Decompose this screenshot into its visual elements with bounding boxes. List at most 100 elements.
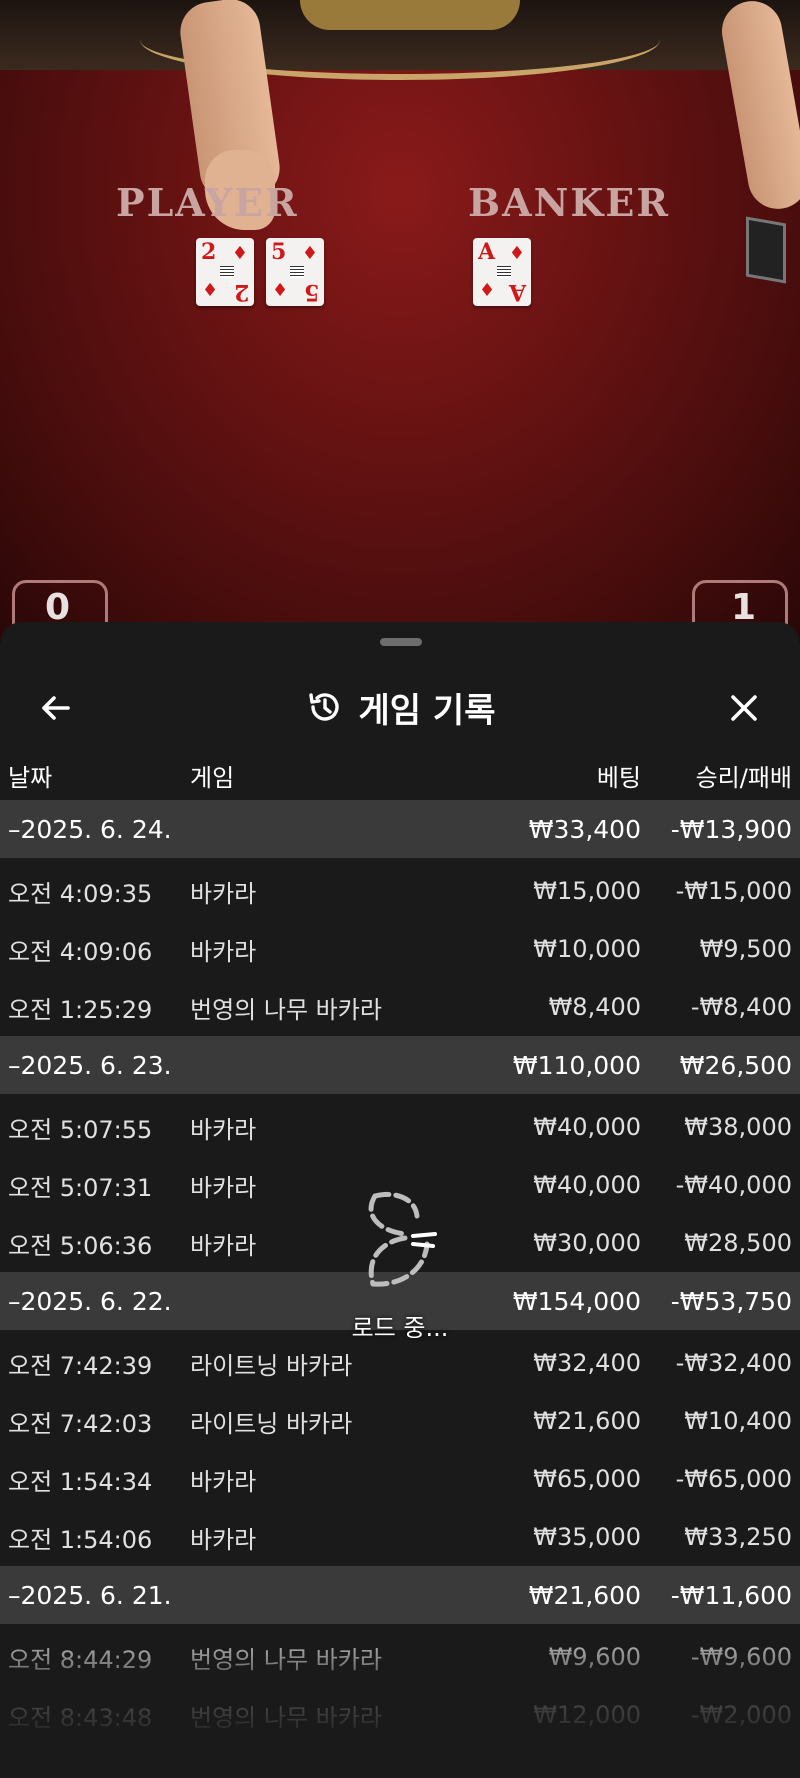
history-row[interactable]: 오전 4:09:35 바카라 ₩15,000 -₩15,000 [0, 862, 800, 920]
player-card-1: 2 ♦ 2 ♦ [196, 238, 254, 306]
card-barcode [220, 266, 234, 278]
row-bet: ₩30,000 [533, 1229, 641, 1257]
banker-zone-label: BANKER [468, 180, 670, 225]
row-game: 바카라 [190, 879, 257, 908]
drag-handle[interactable] [380, 638, 422, 646]
history-row[interactable]: 오전 8:43:48 번영의 나무 바카라 ₩12,000 -₩2,000 [0, 1686, 800, 1744]
day-win-total: ₩26,500 [679, 1050, 792, 1080]
row-time: 오전 5:06:36 [8, 1231, 153, 1260]
banker-card-1: A ♦ A ♦ [473, 238, 531, 306]
diamond-suit-icon: ♦ [479, 280, 496, 301]
row-game: 바카라 [190, 1173, 257, 1202]
card-barcode [290, 266, 304, 278]
history-row[interactable]: 오전 1:25:29 번영의 나무 바카라 ₩8,400 -₩8,400 [0, 978, 800, 1036]
day-date: –2025. 6. 24. [8, 814, 172, 844]
history-row[interactable]: 오전 1:54:06 바카라 ₩35,000 ₩33,250 [0, 1508, 800, 1566]
row-bet: ₩10,000 [533, 935, 641, 963]
card-rank: 2 [233, 279, 249, 305]
row-time: 오전 8:43:48 [8, 1703, 153, 1732]
diamond-suit-icon: ♦ [272, 280, 289, 301]
row-win-loss: -₩9,600 [690, 1643, 792, 1671]
close-icon [731, 695, 757, 721]
card-shoe [746, 216, 786, 284]
day-bet-total: ₩21,600 [528, 1580, 641, 1610]
row-game: 바카라 [190, 937, 257, 966]
day-header[interactable]: –2025. 6. 23. ₩110,000 ₩26,500 [0, 1036, 800, 1094]
row-win-loss: -₩40,000 [675, 1171, 792, 1199]
day-win-total: -₩53,750 [670, 1286, 792, 1316]
card-rank: 2 [201, 239, 217, 265]
row-win-loss: -₩2,000 [690, 1701, 792, 1729]
row-bet: ₩12,000 [533, 1701, 641, 1729]
day-date: –2025. 6. 22. [8, 1286, 172, 1316]
row-bet: ₩9,600 [548, 1643, 641, 1671]
diamond-suit-icon: ♦ [508, 243, 525, 264]
row-win-loss: -₩8,400 [690, 993, 792, 1021]
close-button[interactable] [716, 680, 772, 736]
sheet-title-group: 게임 기록 [0, 662, 800, 752]
day-bet-total: ₩110,000 [512, 1050, 641, 1080]
row-game: 라이트닝 바카라 [190, 1409, 353, 1438]
row-game: 바카라 [190, 1231, 257, 1260]
loading-text: 로드 중... [351, 1314, 449, 1342]
row-game: 바카라 [190, 1115, 257, 1144]
row-win-loss: ₩28,500 [684, 1229, 792, 1257]
player-card-2: 5 ♦ 5 ♦ [266, 238, 324, 306]
row-game: 번영의 나무 바카라 [190, 995, 382, 1024]
history-row[interactable]: 오전 1:54:34 바카라 ₩65,000 -₩65,000 [0, 1450, 800, 1508]
arrow-left-icon [42, 696, 70, 720]
row-win-loss: ₩33,250 [684, 1523, 792, 1551]
loading-indicator: 로드 중... [340, 1186, 460, 1346]
day-win-total: -₩13,900 [670, 814, 792, 844]
row-bet: ₩32,400 [533, 1349, 641, 1377]
card-rank: 5 [271, 239, 287, 265]
row-game: 바카라 [190, 1525, 257, 1554]
history-row[interactable]: 오전 7:42:03 라이트닝 바카라 ₩21,600 ₩10,400 [0, 1392, 800, 1450]
row-time: 오전 7:42:03 [8, 1409, 153, 1438]
row-time: 오전 1:25:29 [8, 995, 153, 1024]
sheet-header: 게임 기록 [0, 662, 800, 752]
column-header-bet: 베팅 [596, 763, 641, 792]
row-time: 오전 1:54:06 [8, 1525, 153, 1554]
card-rank: 5 [303, 279, 319, 305]
row-time: 오전 5:07:31 [8, 1173, 153, 1202]
row-game: 번영의 나무 바카라 [190, 1703, 382, 1732]
row-bet: ₩35,000 [533, 1523, 641, 1551]
row-win-loss: -₩15,000 [675, 877, 792, 905]
back-button[interactable] [28, 680, 84, 736]
row-game: 라이트닝 바카라 [190, 1351, 353, 1380]
column-header-game: 게임 [190, 763, 235, 792]
row-bet: ₩8,400 [548, 993, 641, 1021]
row-bet: ₩40,000 [533, 1113, 641, 1141]
card-rank: A [508, 279, 526, 305]
card-barcode [497, 266, 511, 278]
row-time: 오전 4:09:06 [8, 937, 153, 966]
row-win-loss: ₩38,000 [684, 1113, 792, 1141]
column-header-date: 날짜 [8, 763, 53, 792]
row-bet: ₩21,600 [533, 1407, 641, 1435]
day-header[interactable]: –2025. 6. 21. ₩21,600 -₩11,600 [0, 1566, 800, 1624]
day-bet-total: ₩154,000 [512, 1286, 641, 1316]
row-time: 오전 7:42:39 [8, 1351, 153, 1380]
history-row[interactable]: 오전 4:09:06 바카라 ₩10,000 ₩9,500 [0, 920, 800, 978]
column-header-win-loss: 승리/패배 [695, 763, 792, 792]
row-win-loss: -₩32,400 [675, 1349, 792, 1377]
loading-spinner-icon [368, 1191, 437, 1287]
day-win-total: -₩11,600 [670, 1580, 792, 1610]
row-time: 오전 4:09:35 [8, 879, 153, 908]
row-win-loss: -₩65,000 [675, 1465, 792, 1493]
history-icon [308, 693, 339, 721]
column-headers: 날짜 게임 베팅 승리/패배 [0, 750, 800, 800]
day-header[interactable]: –2025. 6. 24. ₩33,400 -₩13,900 [0, 800, 800, 858]
card-rank: A [478, 239, 496, 265]
history-row[interactable]: 오전 8:44:29 번영의 나무 바카라 ₩9,600 -₩9,600 [0, 1628, 800, 1686]
row-time: 오전 5:07:55 [8, 1115, 153, 1144]
row-time: 오전 1:54:34 [8, 1467, 153, 1496]
day-bet-total: ₩33,400 [528, 814, 641, 844]
day-date: –2025. 6. 21. [8, 1580, 172, 1610]
row-bet: ₩15,000 [533, 877, 641, 905]
row-win-loss: ₩10,400 [684, 1407, 792, 1435]
history-row[interactable]: 오전 5:07:55 바카라 ₩40,000 ₩38,000 [0, 1098, 800, 1156]
live-video-feed: PLAYER BANKER 2 ♦ 2 ♦ 5 ♦ 5 ♦ A ♦ A ♦ 0 … [0, 0, 800, 640]
day-date: –2025. 6. 23. [8, 1050, 172, 1080]
